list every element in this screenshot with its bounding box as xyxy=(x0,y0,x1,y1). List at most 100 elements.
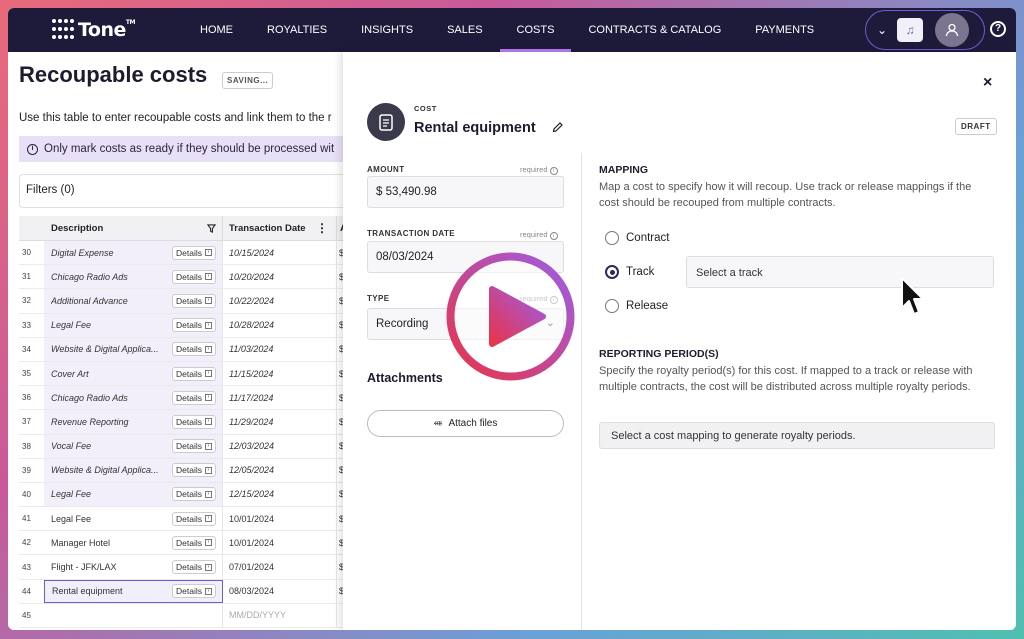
transaction-date-cell[interactable]: 07/01/2024 xyxy=(223,555,337,579)
chevron-down-icon[interactable]: ⌄ xyxy=(877,23,887,37)
description-cell[interactable]: Legal Fee Details › xyxy=(44,482,223,507)
description-cell[interactable]: Manager Hotel Details › xyxy=(44,531,223,555)
transaction-date-cell[interactable]: 11/29/2024 xyxy=(223,410,337,434)
nav-item-insights[interactable]: INSIGHTS xyxy=(344,8,430,52)
details-button[interactable]: Details › xyxy=(172,584,216,599)
column-menu-icon[interactable]: ⋮ xyxy=(316,221,328,235)
column-transaction-date[interactable]: Transaction Date ⋮ xyxy=(223,215,337,241)
help-icon[interactable]: ? xyxy=(990,21,1006,37)
description-cell[interactable]: Chicago Radio Ads Details › xyxy=(44,386,223,410)
open-panel-icon: › xyxy=(205,563,212,571)
details-button[interactable]: Details › xyxy=(172,245,216,260)
radio-contract[interactable]: Contract xyxy=(605,231,669,245)
radio-button[interactable] xyxy=(605,231,619,245)
transaction-date-cell[interactable]: 11/17/2024 xyxy=(223,386,337,410)
transaction-date-cell[interactable]: 12/03/2024 xyxy=(223,434,337,458)
attach-files-button[interactable]: ⬵ Attach files xyxy=(367,410,564,437)
nav-item-payments[interactable]: PAYMENTS xyxy=(738,8,831,52)
table-row[interactable]: 38Vocal FeeDetails›12/03/2024$3 xyxy=(19,434,349,459)
table-row[interactable]: 41Legal FeeDetails›10/01/2024$3 xyxy=(19,507,349,532)
pencil-icon[interactable] xyxy=(552,121,564,136)
transaction-date-cell[interactable]: 11/15/2024 xyxy=(223,361,337,386)
table-row[interactable]: 36Chicago Radio AdsDetails›11/17/2024$1 xyxy=(19,386,349,411)
table-row[interactable]: 30Digital ExpenseDetails›10/15/2024$4 xyxy=(19,241,349,266)
tone-logo[interactable]: ToneTM xyxy=(52,19,135,41)
amount-field[interactable]: $ 53,490.98 xyxy=(367,176,564,208)
table-row[interactable]: 44Rental equipmentDetails›08/03/2024$5 xyxy=(19,579,349,604)
play-video-icon[interactable] xyxy=(445,251,576,382)
transaction-date-cell[interactable]: 10/01/2024 xyxy=(223,507,337,531)
radio-release[interactable]: Release xyxy=(605,299,668,313)
description-cell[interactable]: Additional Advance Details › xyxy=(44,289,223,313)
description-cell[interactable]: Revenue Reporting Details › xyxy=(44,410,223,434)
avatar[interactable] xyxy=(935,13,970,47)
description-cell[interactable]: Digital Expense Details › xyxy=(44,241,223,265)
close-icon[interactable]: × xyxy=(983,74,992,92)
description-cell[interactable]: Website & Digital Applica... Details › xyxy=(44,337,223,361)
description-cell[interactable]: Rental equipment Details › xyxy=(44,579,223,603)
open-panel-icon: › xyxy=(205,394,212,402)
transaction-date-cell[interactable]: 10/28/2024 xyxy=(223,313,337,337)
details-button[interactable]: Details › xyxy=(172,414,216,429)
table-row[interactable]: 42Manager HotelDetails›10/01/2024$2 xyxy=(19,531,349,556)
transaction-date-cell[interactable]: 10/15/2024 xyxy=(223,241,337,265)
transaction-date-cell[interactable]: 10/22/2024 xyxy=(223,289,337,313)
details-button[interactable]: Details › xyxy=(172,439,216,454)
open-panel-icon: › xyxy=(205,490,212,498)
transaction-date-cell[interactable]: 10/20/2024 xyxy=(223,265,337,289)
transaction-date-cell[interactable]: 10/01/2024 xyxy=(223,531,337,555)
details-button[interactable]: Details › xyxy=(172,535,216,550)
description-cell[interactable] xyxy=(44,603,223,627)
table-row[interactable]: 34 Website & Digital Applica... Details › 11… xyxy=(19,337,349,362)
description-cell[interactable]: Website & Digital Applica... Details › xyxy=(44,458,223,482)
table-row[interactable]: 39 Website & Digital Applica... Details › 12… xyxy=(19,458,349,483)
row-number: 43 xyxy=(22,562,31,572)
table-row[interactable]: 43Flight - JFK/LAXDetails›07/01/2024$3 xyxy=(19,555,349,580)
filter-icon[interactable] xyxy=(207,223,216,233)
transaction-date-cell[interactable]: 08/03/2024 xyxy=(223,579,337,603)
details-button[interactable]: Details › xyxy=(172,463,216,478)
radio-track[interactable]: Track xyxy=(605,265,654,279)
transaction-date-cell[interactable]: 12/05/2024 xyxy=(223,458,337,482)
table-row[interactable]: 32Additional AdvanceDetails›10/22/2024$1 xyxy=(19,289,349,314)
radio-button-selected[interactable] xyxy=(605,265,619,279)
details-button[interactable]: Details › xyxy=(172,318,216,333)
filters-bar[interactable]: Filters (0) xyxy=(19,174,349,208)
description-cell[interactable]: Vocal Fee Details › xyxy=(44,434,223,458)
table-row[interactable]: 31Chicago Radio AdsDetails›10/20/2024$1 xyxy=(19,265,349,290)
details-button[interactable]: Details › xyxy=(172,560,216,575)
transaction-date-cell[interactable]: 11/03/2024 xyxy=(223,337,337,361)
column-description[interactable]: Description xyxy=(44,215,223,241)
details-button[interactable]: Details › xyxy=(172,269,216,284)
radio-button[interactable] xyxy=(605,299,619,313)
track-select[interactable]: Select a track xyxy=(686,256,994,288)
table-row[interactable]: 37Revenue ReportingDetails›11/29/2024$4 xyxy=(19,410,349,435)
details-button[interactable]: Details › xyxy=(172,390,216,405)
description-cell[interactable]: Legal Fee Details › xyxy=(44,507,223,531)
music-app-icon[interactable]: ♫ xyxy=(897,18,924,42)
table-row[interactable]: 35Cover ArtDetails›11/15/2024$1 xyxy=(19,361,349,387)
saving-badge: SAVING... xyxy=(222,72,274,89)
table-row[interactable]: 40Legal FeeDetails›12/15/2024$1 xyxy=(19,482,349,508)
description-cell[interactable]: Chicago Radio Ads Details › xyxy=(44,265,223,289)
nav-item-contracts-catalog[interactable]: CONTRACTS & CATALOG xyxy=(571,8,738,52)
open-panel-icon: › xyxy=(205,345,212,353)
nav-item-costs[interactable]: COSTS xyxy=(499,8,572,52)
transaction-date-cell[interactable]: 12/15/2024 xyxy=(223,482,337,507)
details-button[interactable]: Details › xyxy=(172,366,216,381)
table-row[interactable]: 33Legal FeeDetails›10/28/2024$1 xyxy=(19,313,349,338)
logo-mark-icon xyxy=(52,19,74,41)
table-row[interactable]: 45 MM/DD/YYYY xyxy=(19,603,349,628)
details-button[interactable]: Details › xyxy=(172,511,216,526)
details-button[interactable]: Details › xyxy=(172,342,216,357)
nav-item-sales[interactable]: SALES xyxy=(430,8,499,52)
description-cell[interactable]: Flight - JFK/LAX Details › xyxy=(44,555,223,579)
account-switcher[interactable]: ⌄ ♫ xyxy=(865,10,985,50)
description-cell[interactable]: Cover Art Details › xyxy=(44,361,223,386)
transaction-date-cell[interactable]: MM/DD/YYYY xyxy=(223,603,337,627)
details-button[interactable]: Details › xyxy=(172,293,216,308)
nav-item-home[interactable]: HOME xyxy=(183,8,250,52)
nav-item-royalties[interactable]: ROYALTIES xyxy=(250,8,344,52)
description-cell[interactable]: Legal Fee Details › xyxy=(44,313,223,337)
details-button[interactable]: Details › xyxy=(172,487,216,502)
